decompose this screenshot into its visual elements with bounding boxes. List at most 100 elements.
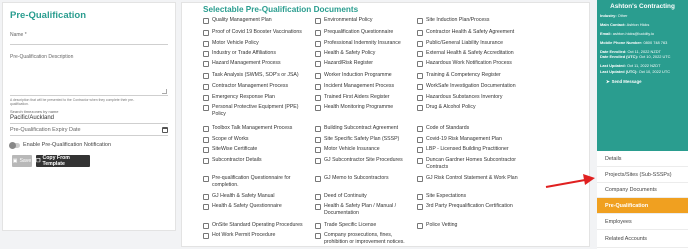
document-checkbox[interactable]: [203, 40, 209, 47]
document-option[interactable]: Training & Competency Register: [417, 72, 527, 79]
nav-item-pre-qualification[interactable]: Pre-Qualification: [597, 198, 688, 214]
document-checkbox[interactable]: [203, 175, 209, 182]
timezone-value[interactable]: Pacific/Auckland: [10, 115, 168, 124]
document-checkbox[interactable]: [203, 29, 209, 36]
document-option[interactable]: Emergency Response Plan: [203, 94, 303, 101]
document-checkbox[interactable]: [315, 146, 321, 153]
document-checkbox[interactable]: [417, 146, 423, 153]
document-option[interactable]: OnSite Standard Operating Procedures: [203, 222, 303, 229]
document-option[interactable]: Health & Safety Policy: [315, 50, 409, 57]
document-checkbox[interactable]: [315, 175, 321, 182]
document-checkbox[interactable]: [417, 136, 423, 143]
document-checkbox[interactable]: [417, 104, 423, 111]
document-checkbox[interactable]: [203, 104, 209, 111]
document-checkbox[interactable]: [315, 203, 321, 210]
document-option[interactable]: Proof of Covid 19 Booster Vaccinations: [203, 29, 303, 36]
document-checkbox[interactable]: [417, 157, 423, 164]
document-checkbox[interactable]: [203, 232, 209, 239]
document-option[interactable]: Hazardous Substances Inventory: [417, 94, 527, 101]
document-option[interactable]: 3rd Party Prequalification Certification: [417, 203, 527, 210]
document-option[interactable]: Site Expectations: [417, 193, 527, 200]
nav-item-related-accounts[interactable]: Related Accounts: [597, 230, 688, 248]
document-checkbox[interactable]: [203, 94, 209, 101]
description-field[interactable]: Pre-Qualification Description A descript…: [10, 54, 168, 107]
document-option[interactable]: Site Specific Safety Plan (SSSP): [315, 136, 409, 143]
document-checkbox[interactable]: [417, 17, 423, 24]
document-checkbox[interactable]: [417, 193, 423, 200]
copy-from-template-button[interactable]: ❐ Copy From Template: [36, 155, 90, 167]
document-checkbox[interactable]: [417, 125, 423, 132]
save-button[interactable]: ▣ Save: [12, 155, 32, 167]
document-option[interactable]: Trade Specific License: [315, 222, 409, 229]
document-checkbox[interactable]: [417, 50, 423, 57]
document-option[interactable]: External Health & Safety Accreditation: [417, 50, 527, 57]
document-option[interactable]: Drug & Alcohol Policy: [417, 104, 527, 111]
document-option[interactable]: Incident Management Process: [315, 83, 409, 90]
document-option[interactable]: SiteWise Certificate: [203, 146, 303, 153]
document-option[interactable]: Environmental Policy: [315, 17, 409, 24]
document-checkbox[interactable]: [315, 157, 321, 164]
document-checkbox[interactable]: [203, 72, 209, 79]
document-option[interactable]: Health & Safety Plan / Manual / Document…: [315, 203, 409, 217]
document-option[interactable]: Contractor Health & Safety Agreement: [417, 29, 527, 36]
document-checkbox[interactable]: [417, 94, 423, 101]
document-option[interactable]: Task Analysis (SWMS, SOP's or JSA): [203, 72, 303, 79]
document-option[interactable]: Contractor Management Process: [203, 83, 303, 90]
document-checkbox[interactable]: [417, 40, 423, 47]
document-option[interactable]: Motor Vehicle Insurance: [315, 146, 409, 153]
expiry-date-field[interactable]: Pre-Qualification Expiry Date: [10, 127, 168, 136]
document-option[interactable]: Worker Induction Programme: [315, 72, 409, 79]
nav-item-employees[interactable]: Employees: [597, 214, 688, 230]
document-option[interactable]: Professional Indemnity Insurance: [315, 40, 409, 47]
document-option[interactable]: GJ Memo to Subcontractors: [315, 175, 409, 182]
document-checkbox[interactable]: [315, 17, 321, 24]
document-option[interactable]: Duncan Gardner Homes Subcontractor Contr…: [417, 157, 527, 171]
document-checkbox[interactable]: [315, 125, 321, 132]
document-option[interactable]: Quality Management Plan: [203, 17, 303, 24]
document-checkbox[interactable]: [203, 60, 209, 67]
document-checkbox[interactable]: [417, 60, 423, 67]
document-option[interactable]: Toolbox Talk Management Process: [203, 125, 303, 132]
document-checkbox[interactable]: [203, 193, 209, 200]
document-option[interactable]: LBP - Licensed Building Practitioner: [417, 146, 527, 153]
document-option[interactable]: Site Induction Plan/Process: [417, 17, 527, 24]
document-checkbox[interactable]: [203, 146, 209, 153]
document-checkbox[interactable]: [203, 136, 209, 143]
timezone-field[interactable]: Search timezones by name Pacific/Aucklan…: [10, 109, 168, 124]
document-option[interactable]: Industry or Trade Affiliations: [203, 50, 303, 57]
document-checkbox[interactable]: [315, 232, 321, 239]
document-option[interactable]: Scope of Works: [203, 136, 303, 143]
nav-item-projects-sites-sub-sssps[interactable]: Projects/Sites (Sub-SSSPs): [597, 167, 688, 183]
document-option[interactable]: Building Subcontract Agreement: [315, 125, 409, 132]
document-option[interactable]: GJ Risk Control Statement & Work Plan: [417, 175, 527, 182]
document-option[interactable]: GJ Subcontractor Site Procedures: [315, 157, 409, 164]
document-checkbox[interactable]: [315, 94, 321, 101]
document-checkbox[interactable]: [315, 29, 321, 36]
notification-toggle-row[interactable]: Enable Pre-Qualification Notification: [9, 141, 111, 149]
document-checkbox[interactable]: [203, 17, 209, 24]
name-field[interactable]: Name *: [10, 32, 168, 45]
document-option[interactable]: Code of Standards: [417, 125, 527, 132]
document-checkbox[interactable]: [203, 83, 209, 90]
document-option[interactable]: Deed of Continuity: [315, 193, 409, 200]
document-checkbox[interactable]: [203, 222, 209, 229]
document-checkbox[interactable]: [315, 83, 321, 90]
document-option[interactable]: GJ Health & Safety Manual: [203, 193, 303, 200]
document-checkbox[interactable]: [417, 72, 423, 79]
document-checkbox[interactable]: [315, 72, 321, 79]
document-option[interactable]: Health Monitoring Programme: [315, 104, 409, 111]
nav-item-company-documents[interactable]: Company Documents: [597, 183, 688, 198]
document-checkbox[interactable]: [417, 222, 423, 229]
nav-item-details[interactable]: Details: [597, 151, 688, 167]
document-option[interactable]: Company prosecutions, fines, prohibition…: [315, 232, 409, 246]
document-option[interactable]: Hazard Management Process: [203, 60, 303, 67]
document-option[interactable]: Hot Work Permit Procedure: [203, 232, 303, 239]
document-checkbox[interactable]: [315, 50, 321, 57]
document-option[interactable]: Trained First Aiders Register: [315, 94, 409, 101]
document-option[interactable]: Hazardous Work Notification Process: [417, 60, 527, 67]
document-option[interactable]: Police Vetting: [417, 222, 527, 229]
document-checkbox[interactable]: [203, 50, 209, 57]
document-checkbox[interactable]: [315, 193, 321, 200]
document-option[interactable]: WorkSafe Investigation Documentation: [417, 83, 527, 90]
document-option[interactable]: Pre-qualification Questionnaire for comp…: [203, 175, 303, 189]
